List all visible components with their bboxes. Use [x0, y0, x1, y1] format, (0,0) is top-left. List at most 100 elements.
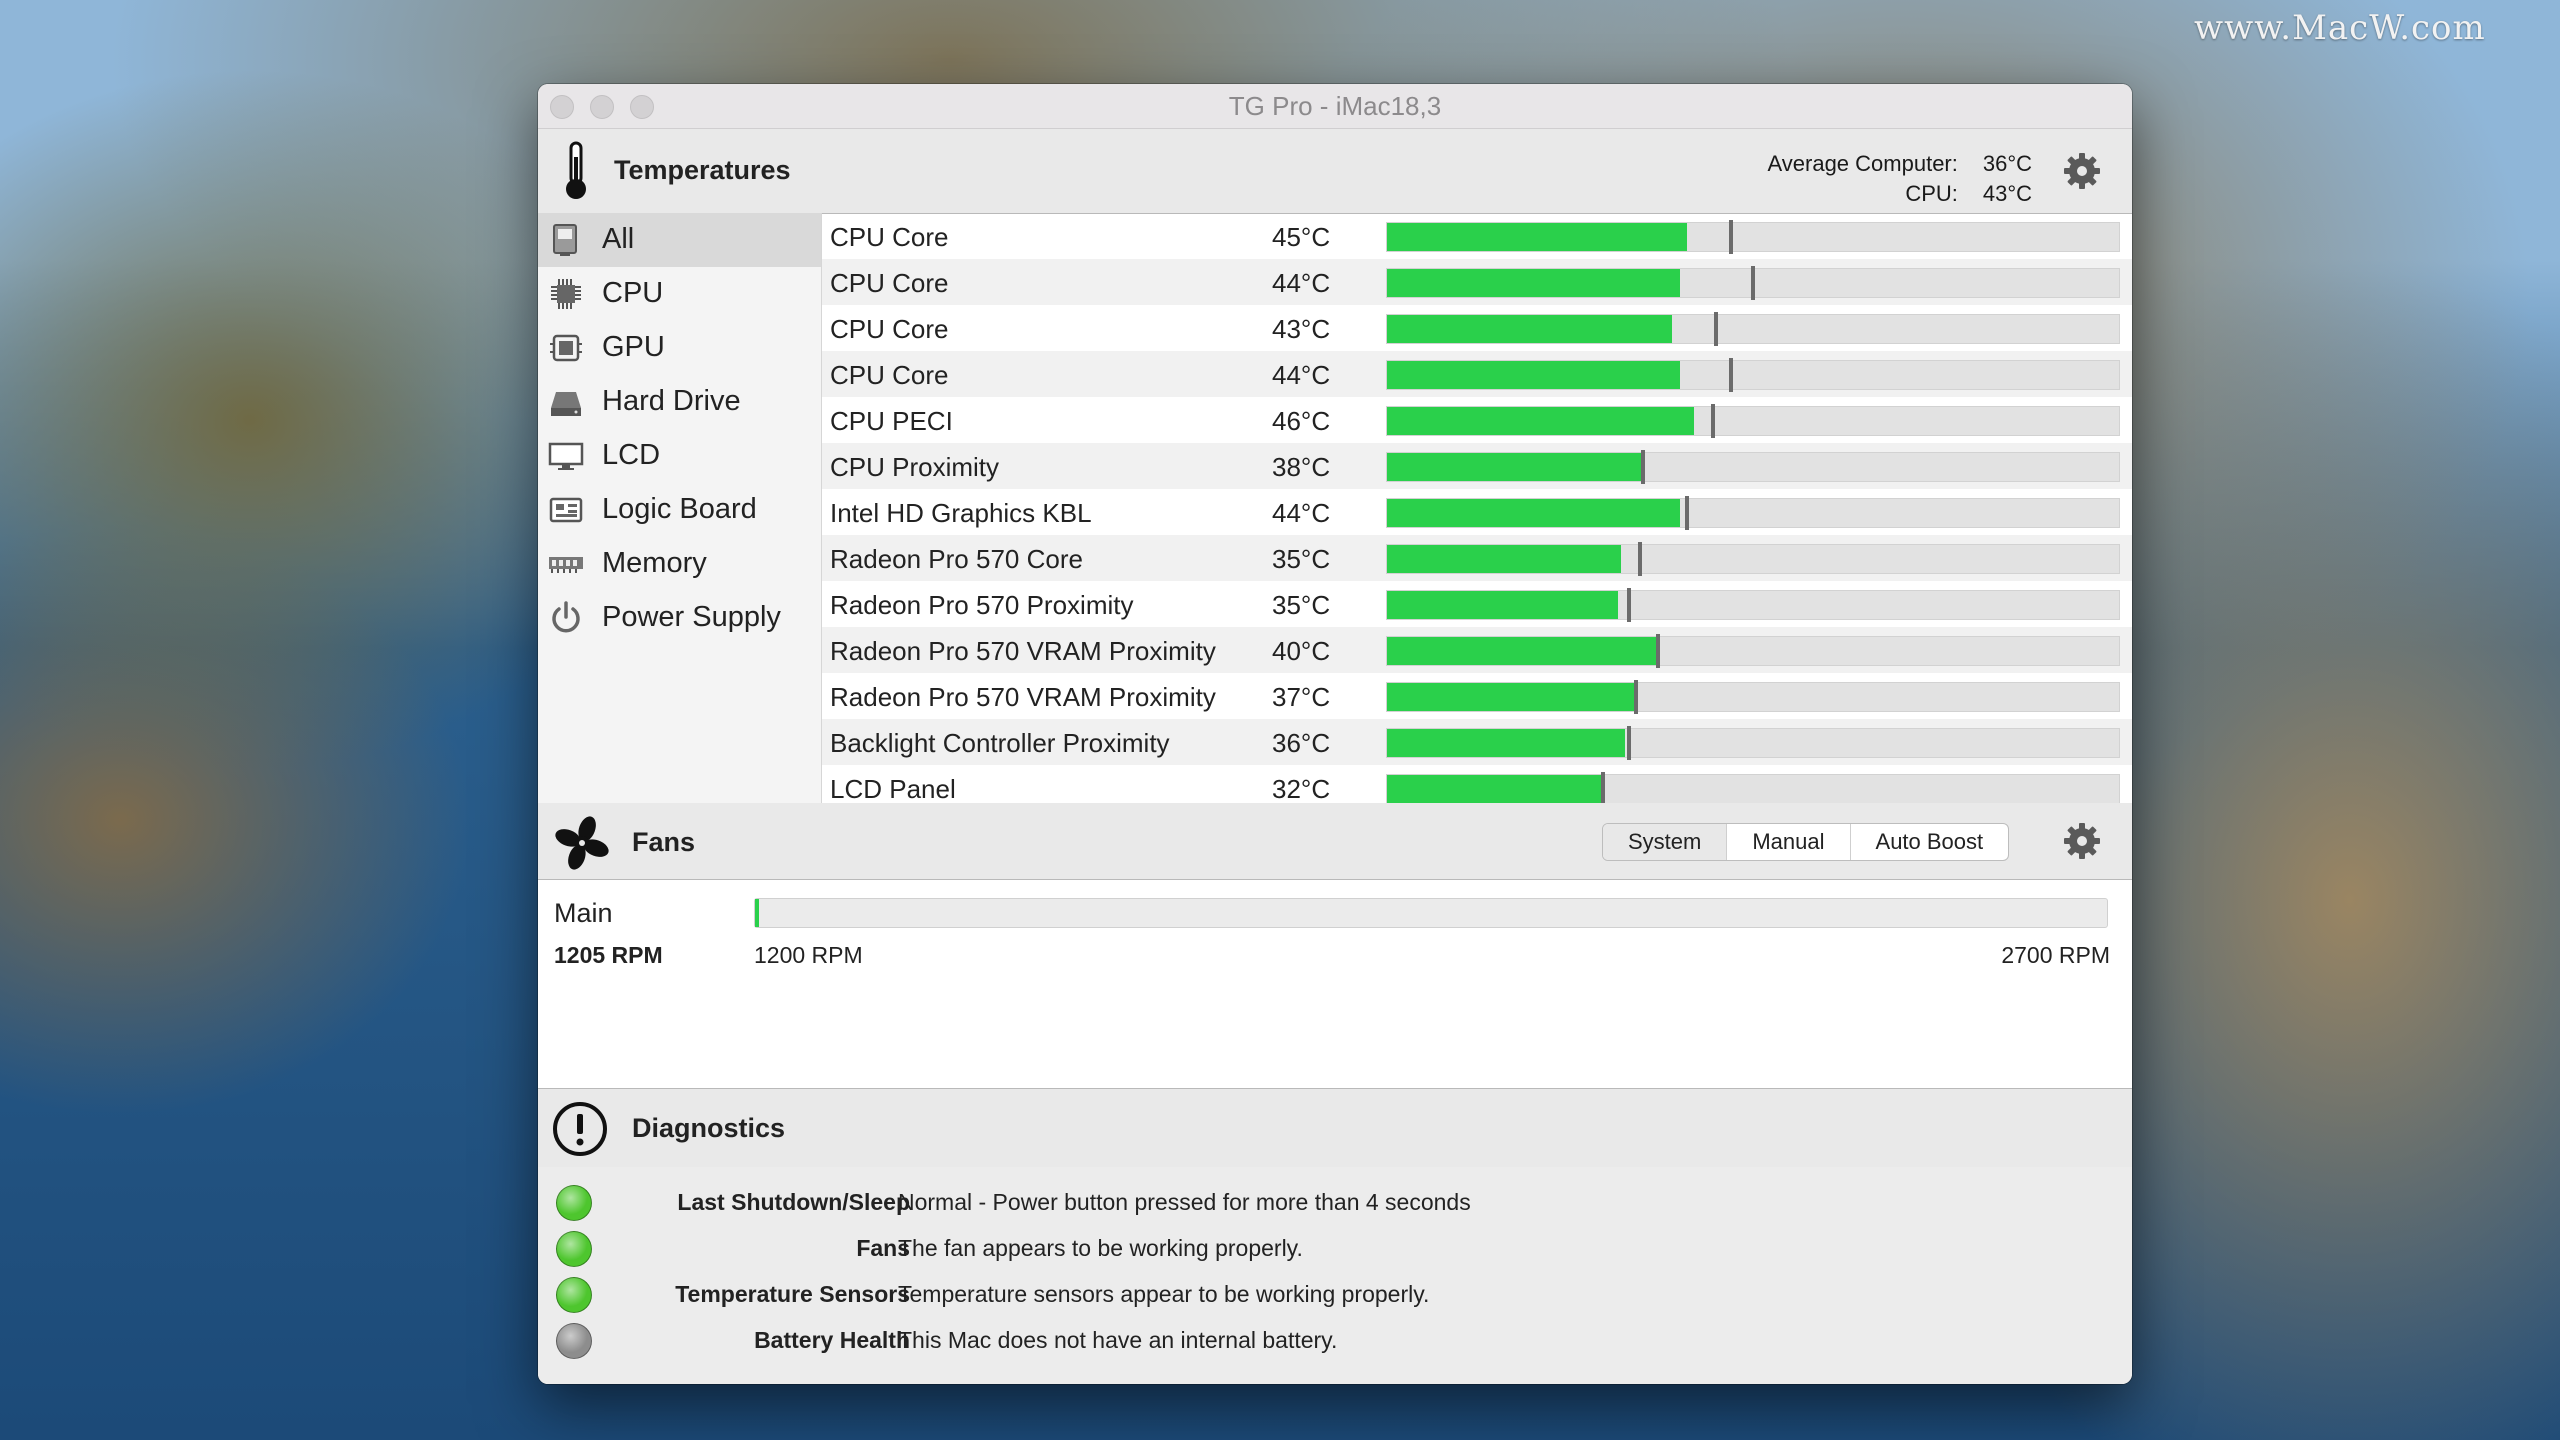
sensor-row[interactable]: Intel HD Graphics KBL 44°C [822, 489, 2132, 535]
sidebar-item-cpu[interactable]: CPU [538, 267, 821, 321]
sidebar-item-hard-drive[interactable]: Hard Drive [538, 375, 821, 429]
sensor-temp: 35°C [1272, 590, 1331, 620]
status-gray-icon [556, 1323, 592, 1359]
sensor-row[interactable]: CPU Core 44°C [822, 259, 2132, 305]
sensor-row[interactable]: Radeon Pro 570 VRAM Proximity 37°C [822, 673, 2132, 719]
sensor-bar-fill [1387, 637, 1658, 665]
sensor-bar-fill [1387, 499, 1680, 527]
sensor-name: Intel HD Graphics KBL [830, 498, 1092, 528]
diagnostic-row: Fans The fan appears to be working proper… [538, 1225, 2132, 1271]
fan-name: Main [554, 898, 613, 928]
temperatures-body: All CPU GPU Hard Drive LCD Logic Board Memory P… [538, 213, 2132, 803]
diagnostic-label: Last Shutdown/Sleep [677, 1189, 910, 1215]
sensor-row[interactable]: CPU Core 43°C [822, 305, 2132, 351]
fan-speed-bar[interactable] [754, 898, 2108, 928]
sidebar-item-memory[interactable]: Memory [538, 537, 821, 591]
fan-mode-control[interactable]: System Manual Auto Boost [1602, 823, 2010, 861]
sensor-row[interactable]: Backlight Controller Proximity 36°C [822, 719, 2132, 765]
gpu-icon [548, 330, 584, 366]
sensor-bar [1386, 496, 2120, 530]
sensor-row[interactable]: Radeon Pro 570 Core 35°C [822, 535, 2132, 581]
fan-mode-auto-boost-button[interactable]: Auto Boost [1851, 824, 2009, 860]
sidebar-item-logic-board[interactable]: Logic Board [538, 483, 821, 537]
sensor-bar [1386, 312, 2120, 346]
sensor-bar-fill [1387, 361, 1680, 389]
window-title: TG Pro - iMac18,3 [1228, 91, 1442, 121]
sensor-max-marker [1600, 772, 1605, 803]
sidebar-item-label: Memory [602, 547, 707, 579]
hard-drive-icon [548, 384, 584, 420]
sensor-bar-fill [1387, 729, 1625, 757]
average-computer-value: 36°C [1982, 151, 2032, 176]
diagnostic-row: Last Shutdown/Sleep Normal - Power button… [538, 1179, 2132, 1225]
sensor-max-marker [1633, 680, 1638, 714]
sensor-bar [1386, 358, 2120, 392]
cpu-average-value: 43°C [1982, 181, 2032, 206]
sensor-max-marker [1685, 496, 1690, 530]
sensor-max-marker [1729, 358, 1734, 392]
sensor-temp: 40°C [1272, 636, 1331, 666]
sensor-bar [1386, 220, 2120, 254]
sensor-max-marker [1729, 220, 1734, 254]
sidebar-item-all[interactable]: All [538, 213, 821, 267]
sensor-bar-fill [1387, 269, 1680, 297]
power-icon [548, 600, 584, 636]
sensor-max-marker [1626, 588, 1631, 622]
sensor-name: CPU PECI [830, 406, 953, 436]
fan-mode-system-button[interactable]: System [1603, 824, 1728, 860]
sensor-row[interactable]: CPU Core 44°C [822, 351, 2132, 397]
sensor-bar [1386, 450, 2120, 484]
sensor-temp: 32°C [1272, 774, 1331, 803]
diagnostic-row: Battery Health This Mac does not have an … [538, 1317, 2132, 1363]
sensor-max-marker [1751, 266, 1755, 300]
all-icon [548, 222, 584, 258]
sensor-name: Radeon Pro 570 Proximity [830, 590, 1134, 620]
sensor-row[interactable]: Radeon Pro 570 VRAM Proximity 40°C [822, 627, 2132, 673]
sensor-list[interactable]: CPU Core 45°C CPU Core 44°C CPU Core 43°C CPU … [822, 213, 2132, 803]
category-sidebar: All CPU GPU Hard Drive LCD Logic Board Memory P… [538, 213, 822, 803]
sensor-row[interactable]: Radeon Pro 570 Proximity 35°C [822, 581, 2132, 627]
temperatures-header: Temperatures Average Computer: 36°C CPU:… [538, 129, 2132, 214]
fan-mode-manual-button[interactable]: Manual [1727, 824, 1851, 860]
sensor-max-marker [1626, 726, 1631, 760]
sensor-bar [1386, 772, 2120, 803]
diagnostics-header: Diagnostics [538, 1088, 2132, 1168]
sensor-max-marker [1714, 312, 1719, 346]
minimize-button[interactable] [590, 95, 614, 119]
sensor-row[interactable]: CPU PECI 46°C [822, 397, 2132, 443]
zoom-button[interactable] [630, 95, 654, 119]
diagnostic-label: Temperature Sensors [675, 1281, 910, 1307]
sensor-max-marker [1710, 404, 1715, 438]
sensor-name: Backlight Controller Proximity [830, 728, 1170, 758]
diagnostics-title: Diagnostics [632, 1113, 786, 1143]
sensor-row[interactable]: LCD Panel 32°C [822, 765, 2132, 803]
sensor-temp: 37°C [1272, 682, 1331, 712]
sidebar-item-label: All [602, 223, 635, 255]
sidebar-item-lcd[interactable]: LCD [538, 429, 821, 483]
sidebar-item-gpu[interactable]: GPU [538, 321, 821, 375]
diagnostic-label: Battery Health [754, 1327, 910, 1353]
sidebar-item-power-supply[interactable]: Power Supply [538, 591, 821, 645]
status-green-icon [556, 1277, 592, 1313]
sensor-row[interactable]: CPU Core 45°C [822, 213, 2132, 259]
sensor-name: CPU Core [830, 314, 949, 344]
sidebar-item-label: GPU [602, 331, 665, 363]
sensor-name: CPU Core [830, 360, 949, 390]
title-bar: TG Pro - iMac18,3 [538, 84, 2132, 129]
fans-header: Fans System Manual Auto Boost [538, 803, 2132, 880]
cpu-icon [548, 276, 584, 312]
sensor-name: Radeon Pro 570 VRAM Proximity [830, 636, 1216, 666]
temperatures-settings-gear-icon[interactable] [2062, 151, 2102, 191]
average-readout: Average Computer: 36°C CPU: 43°C [1768, 149, 2033, 209]
thermometer-icon [566, 141, 586, 199]
diagnostic-text: This Mac does not have an internal batte… [898, 1327, 1338, 1353]
fan-max-rpm: 2700 RPM [2001, 942, 2110, 968]
sidebar-item-label: CPU [602, 277, 664, 309]
fans-settings-gear-icon[interactable] [2062, 821, 2102, 861]
sensor-temp: 45°C [1272, 222, 1331, 252]
close-button[interactable] [550, 95, 574, 119]
fan-current-rpm: 1205 RPM [554, 942, 663, 968]
sensor-row[interactable]: CPU Proximity 38°C [822, 443, 2132, 489]
sensor-bar-fill [1387, 683, 1636, 711]
sidebar-item-label: Power Supply [602, 601, 781, 633]
